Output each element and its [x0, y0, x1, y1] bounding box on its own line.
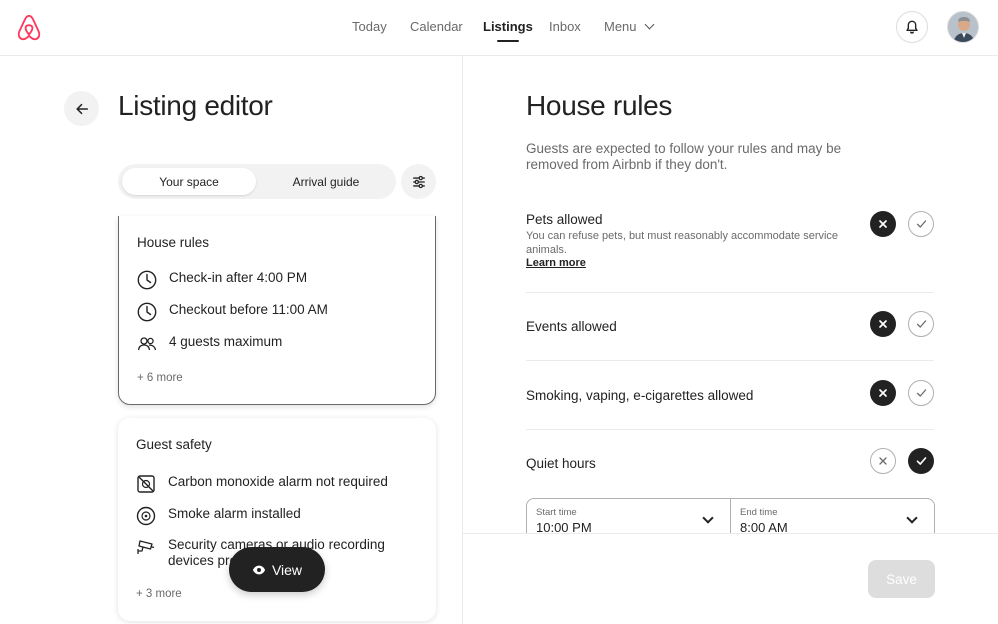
house-rules-description: Guests are expected to follow your rules… [526, 141, 842, 172]
check-icon [916, 457, 926, 465]
profile-photo-icon [948, 12, 978, 42]
show-more-link[interactable]: + 6 more [137, 372, 183, 384]
close-icon [879, 220, 887, 228]
row-text: Carbon monoxide alarm not required [168, 474, 388, 489]
bell-icon [906, 20, 918, 34]
list-item: Smoke alarm installed [136, 506, 408, 526]
show-more-link[interactable]: + 3 more [136, 588, 182, 600]
security-camera-icon [137, 540, 155, 554]
notifications-button[interactable] [896, 11, 928, 43]
quiet-hours-no-button[interactable] [870, 448, 896, 474]
end-time-label: End time [740, 507, 778, 518]
quiet-hours-end-select[interactable]: End time 8:00 AM [730, 498, 935, 538]
avatar[interactable] [947, 11, 979, 43]
nav-menu-label: Menu [604, 19, 637, 34]
close-icon [879, 320, 887, 328]
list-item: Check-in after 4:00 PM [137, 270, 409, 290]
smoke-alarm-icon [136, 506, 156, 526]
close-icon [879, 457, 887, 465]
airbnb-logo-icon[interactable] [16, 14, 42, 42]
card-title: Guest safety [136, 437, 212, 452]
editor-tab-switch: Your space Arrival guide [118, 164, 396, 199]
tab-arrival-guide[interactable]: Arrival guide [260, 168, 392, 195]
arrow-left-icon [75, 103, 88, 114]
clock-icon [137, 270, 157, 290]
list-item: Checkout before 11:00 AM [137, 302, 409, 322]
page-title: Listing editor [118, 90, 273, 121]
chevron-down-icon [906, 512, 918, 524]
nav-inbox[interactable]: Inbox [549, 19, 581, 34]
learn-more-link[interactable]: Learn more [526, 257, 934, 269]
row-text: Checkout before 11:00 AM [169, 302, 328, 317]
settings-filter-button[interactable] [401, 164, 436, 199]
pets-no-button[interactable] [870, 211, 896, 237]
guests-icon [137, 337, 157, 351]
close-icon [879, 389, 887, 397]
chevron-down-icon [702, 512, 714, 524]
eye-icon [252, 565, 266, 574]
quiet-hours-start-select[interactable]: Start time 10:00 PM [526, 498, 731, 538]
divider [526, 292, 934, 293]
divider [526, 429, 934, 430]
nav-today[interactable]: Today [352, 19, 387, 34]
clock-icon [137, 302, 157, 322]
nav-listings[interactable]: Listings [483, 19, 533, 42]
list-item: Carbon monoxide alarm not required [136, 474, 408, 494]
check-icon [916, 220, 926, 228]
house-rules-card[interactable]: House rules Check-in after 4:00 PM Check… [118, 216, 436, 405]
sliders-icon [412, 175, 425, 188]
top-navigation-bar: Today Calendar Listings Inbox Menu [0, 0, 998, 56]
row-text: Check-in after 4:00 PM [169, 270, 308, 285]
rule-sublabel: You can refuse pets, but must reasonably… [526, 230, 839, 256]
start-time-label: Start time [536, 507, 577, 518]
nav-menu[interactable]: Menu [604, 19, 654, 34]
row-text: 4 guests maximum [169, 334, 283, 349]
row-text: Smoke alarm installed [168, 506, 301, 521]
nav-calendar[interactable]: Calendar [410, 19, 463, 34]
view-button-label: View [271, 561, 303, 578]
back-button[interactable] [64, 91, 99, 126]
smoking-no-button[interactable] [870, 380, 896, 406]
check-icon [916, 389, 926, 397]
view-button[interactable]: View [229, 547, 325, 592]
divider [526, 360, 934, 361]
events-no-button[interactable] [870, 311, 896, 337]
list-item: 4 guests maximum [137, 334, 409, 354]
pets-yes-button[interactable] [908, 211, 934, 237]
house-rules-heading: House rules [526, 90, 673, 121]
chevron-down-icon [644, 19, 654, 30]
check-icon [916, 320, 926, 328]
save-button[interactable]: Save [868, 560, 935, 598]
co-alarm-off-icon [137, 475, 155, 493]
tab-your-space[interactable]: Your space [122, 168, 256, 195]
quiet-hours-yes-button[interactable] [908, 448, 934, 474]
smoking-yes-button[interactable] [908, 380, 934, 406]
card-title: House rules [137, 235, 210, 250]
events-yes-button[interactable] [908, 311, 934, 337]
